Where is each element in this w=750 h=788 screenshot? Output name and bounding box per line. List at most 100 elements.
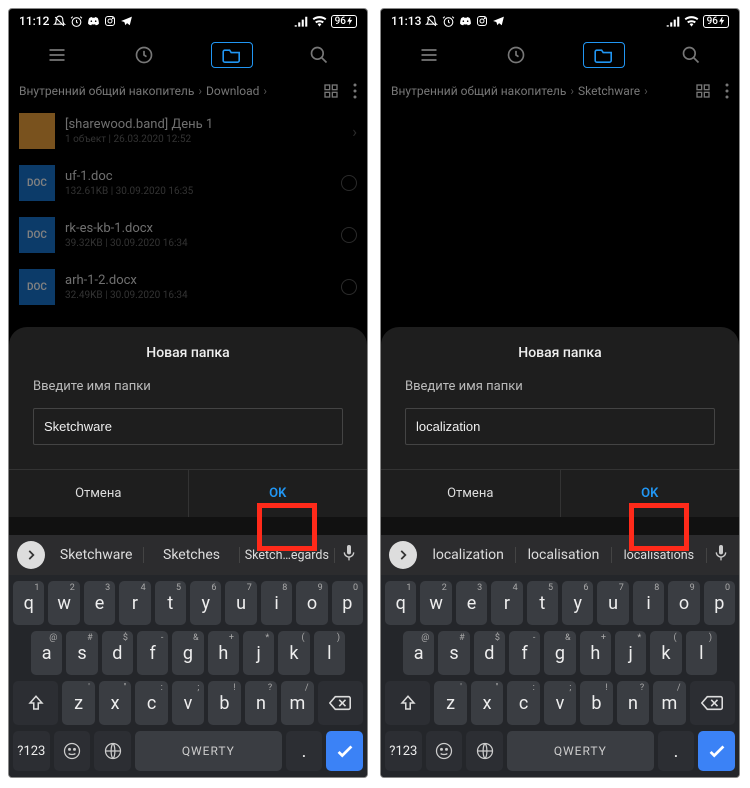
key-p[interactable]: p0 <box>704 581 735 625</box>
search-button[interactable] <box>648 45 736 65</box>
key-o[interactable]: o9 <box>668 581 699 625</box>
key-s[interactable]: s# <box>438 631 469 675</box>
key-c[interactable]: c: <box>507 681 539 725</box>
period-key[interactable]: . <box>286 731 323 771</box>
key-l[interactable]: l) <box>314 631 345 675</box>
key-n[interactable]: n? <box>245 681 277 725</box>
key-a[interactable]: a@ <box>31 631 62 675</box>
recent-tab[interactable] <box>101 45 189 65</box>
key-w[interactable]: w2 <box>420 581 451 625</box>
select-radio[interactable] <box>341 279 357 295</box>
key-r[interactable]: r4 <box>491 581 522 625</box>
cancel-button[interactable]: Отмена <box>381 470 561 517</box>
key-y[interactable]: y6 <box>562 581 593 625</box>
key-t[interactable]: t5 <box>527 581 558 625</box>
key-q[interactable]: q1 <box>13 581 44 625</box>
symbols-key[interactable]: ?123 <box>385 731 422 771</box>
space-key[interactable]: QWERTY <box>135 731 282 771</box>
key-y[interactable]: y6 <box>190 581 221 625</box>
suggestion-1[interactable]: Sketchware <box>49 547 144 563</box>
language-key[interactable] <box>466 731 503 771</box>
enter-key[interactable] <box>698 731 735 771</box>
period-key[interactable]: . <box>658 731 695 771</box>
cancel-button[interactable]: Отмена <box>9 470 189 517</box>
breadcrumb-folder[interactable]: Sketchware <box>578 84 640 98</box>
shift-key[interactable] <box>13 681 58 725</box>
key-d[interactable]: d$ <box>102 631 133 675</box>
key-m[interactable]: m/ <box>653 681 685 725</box>
key-q[interactable]: q1 <box>385 581 416 625</box>
grid-view-icon[interactable] <box>695 83 711 99</box>
suggestion-1[interactable]: localization <box>421 547 516 563</box>
language-key[interactable] <box>94 731 131 771</box>
breadcrumb-root[interactable]: Внутренний общий накопитель <box>19 84 194 98</box>
more-icon[interactable] <box>353 83 357 99</box>
grid-view-icon[interactable] <box>323 83 339 99</box>
key-x[interactable]: x" <box>99 681 131 725</box>
search-button[interactable] <box>276 45 364 65</box>
files-tab[interactable] <box>560 42 648 68</box>
more-icon[interactable] <box>725 83 729 99</box>
file-item[interactable]: DOCuf-1.doc132.61KB | 30.09.2020 16:35 <box>9 157 367 209</box>
emoji-key[interactable] <box>426 731 463 771</box>
key-r[interactable]: r4 <box>119 581 150 625</box>
mic-button[interactable] <box>713 543 729 567</box>
key-j[interactable]: j* <box>615 631 646 675</box>
key-z[interactable]: z' <box>62 681 94 725</box>
key-k[interactable]: k( <box>278 631 309 675</box>
breadcrumb-folder[interactable]: Download <box>206 84 259 98</box>
key-k[interactable]: k( <box>650 631 681 675</box>
select-radio[interactable] <box>341 227 357 243</box>
files-tab[interactable] <box>188 42 276 68</box>
key-f[interactable]: f- <box>509 631 540 675</box>
symbols-key[interactable]: ?123 <box>13 731 50 771</box>
expand-suggestions-button[interactable] <box>17 541 45 569</box>
key-h[interactable]: h+ <box>208 631 239 675</box>
key-h[interactable]: h+ <box>580 631 611 675</box>
key-b[interactable]: b! <box>208 681 240 725</box>
key-t[interactable]: t5 <box>155 581 186 625</box>
backspace-key[interactable] <box>690 681 735 725</box>
ok-button[interactable]: OK <box>189 470 368 517</box>
suggestion-2[interactable]: localisation <box>516 547 611 563</box>
space-key[interactable]: QWERTY <box>507 731 654 771</box>
file-item[interactable]: DOCarh-1-2.docx32.49KB | 30.09.2020 16:3… <box>9 261 367 313</box>
key-n[interactable]: n? <box>617 681 649 725</box>
key-c[interactable]: c: <box>135 681 167 725</box>
suggestion-3[interactable]: localisations <box>612 548 707 563</box>
folder-name-input[interactable] <box>33 408 343 445</box>
mic-button[interactable] <box>341 543 357 567</box>
breadcrumb[interactable]: Внутренний общий накопитель › Download › <box>9 77 367 105</box>
key-b[interactable]: b! <box>580 681 612 725</box>
key-e[interactable]: e3 <box>456 581 487 625</box>
shift-key[interactable] <box>385 681 430 725</box>
enter-key[interactable] <box>326 731 363 771</box>
key-s[interactable]: s# <box>66 631 97 675</box>
breadcrumb[interactable]: Внутренний общий накопитель › Sketchware… <box>381 77 739 105</box>
menu-button[interactable] <box>13 45 101 65</box>
key-g[interactable]: g& <box>544 631 575 675</box>
key-l[interactable]: l) <box>686 631 717 675</box>
suggestion-3[interactable]: Sketch…egards <box>240 548 335 563</box>
ok-button[interactable]: OK <box>561 470 740 517</box>
key-f[interactable]: f- <box>137 631 168 675</box>
key-m[interactable]: m/ <box>281 681 313 725</box>
breadcrumb-root[interactable]: Внутренний общий накопитель <box>391 84 566 98</box>
menu-button[interactable] <box>385 45 473 65</box>
key-a[interactable]: a@ <box>403 631 434 675</box>
key-u[interactable]: u7 <box>225 581 256 625</box>
key-j[interactable]: j* <box>243 631 274 675</box>
key-i[interactable]: i8 <box>633 581 664 625</box>
key-i[interactable]: i8 <box>261 581 292 625</box>
key-v[interactable]: v; <box>544 681 576 725</box>
key-g[interactable]: g& <box>172 631 203 675</box>
key-d[interactable]: d$ <box>474 631 505 675</box>
key-p[interactable]: p0 <box>332 581 363 625</box>
key-x[interactable]: x" <box>471 681 503 725</box>
key-z[interactable]: z' <box>434 681 466 725</box>
file-item[interactable]: DOCrk-es-kb-1.docx39.32KB | 30.09.2020 1… <box>9 209 367 261</box>
key-e[interactable]: e3 <box>84 581 115 625</box>
select-radio[interactable] <box>341 175 357 191</box>
file-item[interactable]: [sharewood.band] День 11 объект | 26.03.… <box>9 105 367 157</box>
emoji-key[interactable] <box>54 731 91 771</box>
